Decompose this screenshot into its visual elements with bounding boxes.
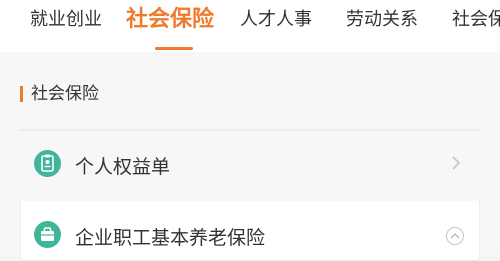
list-item-enterprise-pension[interactable]: 企业职工基本养老保险 <box>20 201 480 261</box>
tab-employment[interactable]: 就业创业 <box>30 0 102 52</box>
chevron-right-icon <box>449 154 463 172</box>
tab-social-insurance-more[interactable]: 社会保 <box>452 0 500 52</box>
briefcase-icon <box>34 221 61 248</box>
category-tab-bar: 就业创业 社会保险 人才人事 劳动关系 社会保 <box>0 0 500 52</box>
list-item-label: 企业职工基本养老保险 <box>75 227 266 249</box>
active-tab-indicator <box>155 47 193 50</box>
id-badge-icon <box>34 150 61 177</box>
list-item-label: 个人权益单 <box>75 156 171 178</box>
tab-labor-relations[interactable]: 劳动关系 <box>346 0 418 52</box>
chevron-up-icon[interactable] <box>446 227 464 245</box>
section-accent-bar <box>20 86 23 102</box>
tab-social-insurance[interactable]: 社会保险 <box>126 0 214 52</box>
section-title: 社会保险 <box>31 84 99 104</box>
tab-talent-personnel[interactable]: 人才人事 <box>240 0 312 52</box>
list-item-personal-rights[interactable]: 个人权益单 <box>20 129 480 178</box>
